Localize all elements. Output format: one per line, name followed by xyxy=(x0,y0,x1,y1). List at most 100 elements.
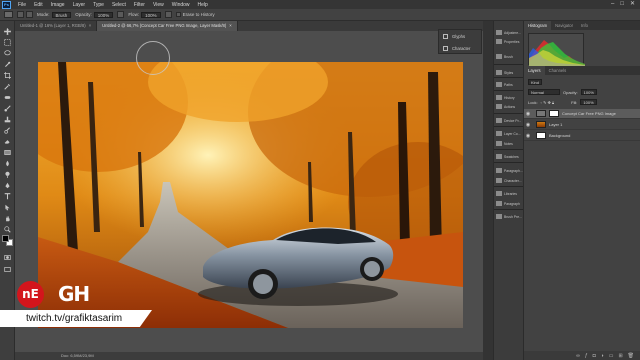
lasso-tool-icon[interactable] xyxy=(3,49,12,58)
hand-tool-icon[interactable] xyxy=(3,214,12,223)
brush-panel-toggle[interactable] xyxy=(26,11,33,18)
floating-panel: Glyphs Character xyxy=(438,29,482,54)
layer-opacity-field[interactable]: 100% xyxy=(580,89,597,95)
airbrush-button[interactable] xyxy=(164,11,172,18)
menu-image[interactable]: Image xyxy=(47,2,69,8)
layer-thumbnail xyxy=(536,121,546,128)
history-brush-tool-icon[interactable] xyxy=(3,126,12,135)
menu-type[interactable]: Type xyxy=(89,2,108,8)
dock-character-styles[interactable]: Character... xyxy=(496,178,522,183)
crop-tool-icon[interactable] xyxy=(3,71,12,80)
menu-select[interactable]: Select xyxy=(108,2,130,8)
filter-kind-select[interactable]: Kind xyxy=(528,79,543,85)
dock-label: Device Pr... xyxy=(504,118,522,123)
clone-stamp-tool-icon[interactable] xyxy=(3,115,12,124)
layer-row-concept-car[interactable]: ◉ Concept Car Free PNG Image xyxy=(524,109,640,119)
dock-label: Character... xyxy=(504,178,522,183)
dock-brush[interactable]: Brush xyxy=(496,54,513,59)
character-panel-button[interactable]: Character xyxy=(439,42,481,54)
fx-icon[interactable]: ƒ xyxy=(585,353,588,359)
layer-mask-thumbnail[interactable] xyxy=(549,110,559,117)
eraser-tool-icon[interactable] xyxy=(3,137,12,146)
mode-select[interactable]: Brush xyxy=(51,11,72,18)
screen-mode-icon[interactable] xyxy=(3,265,12,274)
foreground-color-swatch[interactable] xyxy=(2,235,9,242)
visibility-eye-icon[interactable]: ◉ xyxy=(524,122,532,128)
menu-layer[interactable]: Layer xyxy=(69,2,90,8)
menu-window[interactable]: Window xyxy=(168,2,194,8)
menu-view[interactable]: View xyxy=(149,2,168,8)
fill-field[interactable]: 100% xyxy=(580,99,597,105)
maximize-icon[interactable]: □ xyxy=(620,0,624,9)
dock-brush-presets[interactable]: Brush Pre... xyxy=(496,214,522,219)
tab-label: Untitled-2 @ 66,7% (Concept Car Free PNG… xyxy=(102,23,227,28)
new-group-icon[interactable]: ▭ xyxy=(609,353,614,359)
menu-edit[interactable]: Edit xyxy=(30,2,47,8)
tab-info[interactable]: Info xyxy=(577,21,592,30)
dock-paragraph[interactable]: Paragraph xyxy=(496,201,520,206)
close-tab-icon[interactable]: × xyxy=(89,23,91,28)
menu-filter[interactable]: Filter xyxy=(130,2,149,8)
blend-mode-select[interactable]: Normal xyxy=(528,89,560,95)
dock-paragraph-styles[interactable]: Paragraph... xyxy=(496,168,523,173)
flow-field[interactable]: 100% xyxy=(141,11,161,18)
visibility-eye-icon[interactable]: ◉ xyxy=(524,133,532,139)
tab-navigator[interactable]: Navigator xyxy=(551,21,577,30)
dock-styles[interactable]: Styles xyxy=(496,70,513,75)
tab-histogram[interactable]: Histogram xyxy=(524,21,552,30)
dock-adjustments[interactable]: Adjustme... xyxy=(496,30,521,35)
dock-paths[interactable]: Paths xyxy=(496,82,513,87)
blur-tool-icon[interactable] xyxy=(3,159,12,168)
lock-icons[interactable]: ▫ ✎ ✥ 🔒︎ xyxy=(541,100,555,105)
zoom-tool-icon[interactable] xyxy=(3,225,12,234)
document-canvas[interactable] xyxy=(38,62,463,328)
link-layers-icon[interactable]: ∞ xyxy=(576,353,580,359)
paragraph-icon xyxy=(496,201,502,206)
pen-tool-icon[interactable] xyxy=(3,181,12,190)
dock-history[interactable]: History xyxy=(496,95,515,100)
pressure-opacity-button[interactable] xyxy=(117,11,125,18)
layer-row-background[interactable]: ◉ Background xyxy=(524,131,640,141)
brush-tool-icon[interactable] xyxy=(3,104,12,113)
path-select-tool-icon[interactable] xyxy=(3,203,12,212)
move-tool-icon[interactable] xyxy=(3,27,12,36)
minimize-icon[interactable]: – xyxy=(611,0,614,9)
opacity-field[interactable]: 100% xyxy=(93,11,114,18)
dock-properties[interactable]: Properties xyxy=(496,39,519,44)
menu-file[interactable]: File xyxy=(14,2,30,8)
tool-preset-picker[interactable] xyxy=(4,11,13,18)
layer-row-layer-1[interactable]: ◉ Layer 1 xyxy=(524,120,640,130)
quick-mask-icon[interactable] xyxy=(3,253,12,262)
color-swatches[interactable] xyxy=(2,235,14,247)
tab-untitled-1[interactable]: Untitled-1 @ 16% (Layer 1, RGB/8) × xyxy=(15,21,98,31)
trash-icon[interactable]: 🗑︎ xyxy=(628,353,634,359)
new-layer-icon[interactable]: ⊞ xyxy=(618,353,622,359)
add-mask-icon[interactable]: ◘ xyxy=(593,353,596,359)
streamer-badge-logo: nE xyxy=(17,281,44,308)
paragraph-styles-icon xyxy=(496,168,502,173)
dock-libraries[interactable]: Libraries xyxy=(496,191,517,196)
dock-layer-comps[interactable]: Layer Co... xyxy=(496,131,521,136)
quick-select-tool-icon[interactable] xyxy=(3,60,12,69)
erase-to-history-checkbox[interactable] xyxy=(175,12,181,17)
menu-help[interactable]: Help xyxy=(194,2,212,8)
dock-actions[interactable]: Actions xyxy=(496,104,515,109)
eyedropper-tool-icon[interactable] xyxy=(3,82,12,91)
tab-channels[interactable]: Channels xyxy=(545,66,571,75)
type-tool-icon[interactable] xyxy=(3,192,12,201)
healing-brush-tool-icon[interactable] xyxy=(3,93,12,102)
dock-swatches[interactable]: Swatches xyxy=(496,154,519,159)
dock-device-preview[interactable]: Device Pr... xyxy=(496,118,521,123)
visibility-eye-icon[interactable]: ◉ xyxy=(524,111,532,117)
gradient-tool-icon[interactable] xyxy=(3,148,12,157)
marquee-tool-icon[interactable] xyxy=(3,38,12,47)
close-icon[interactable]: ✕ xyxy=(630,0,635,9)
dock-notes[interactable]: Notes xyxy=(496,141,513,146)
brush-preset-button[interactable] xyxy=(17,11,24,18)
tab-layers[interactable]: Layers xyxy=(524,66,545,75)
tab-untitled-2[interactable]: Untitled-2 @ 66,7% (Concept Car Free PNG… xyxy=(97,21,238,31)
dodge-tool-icon[interactable] xyxy=(3,170,12,179)
glyphs-panel-button[interactable]: Glyphs xyxy=(439,30,481,42)
adjustment-layer-icon[interactable]: ◑ xyxy=(601,353,604,359)
close-tab-icon[interactable]: × xyxy=(229,23,231,28)
